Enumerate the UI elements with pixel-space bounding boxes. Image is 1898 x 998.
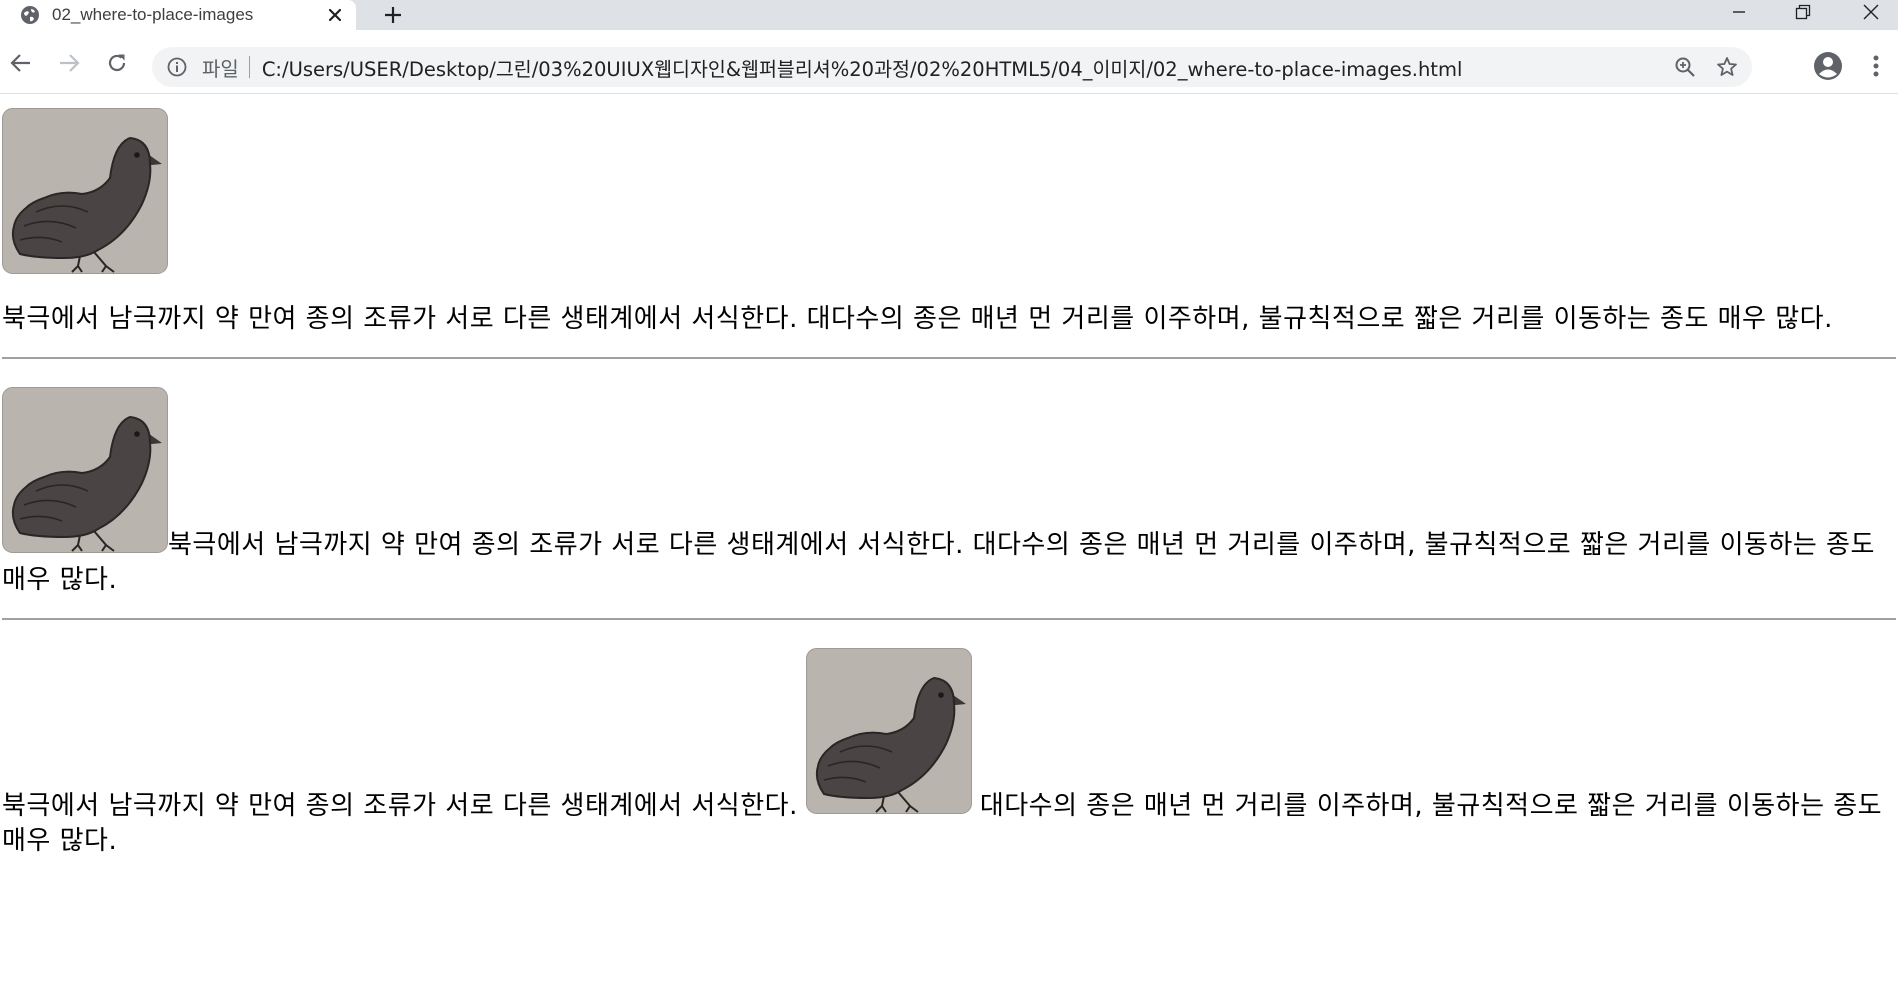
page-content: 북극에서 남극까지 약 만여 종의 조류가 서로 다른 생태계에서 서식한다. … bbox=[0, 95, 1898, 859]
paragraph-1: 북극에서 남극까지 약 만여 종의 조류가 서로 다른 생태계에서 서식한다. … bbox=[2, 304, 1833, 334]
kebab-menu-icon[interactable] bbox=[1858, 48, 1894, 84]
account-icon[interactable] bbox=[1810, 48, 1846, 84]
paragraph-2-text: 북극에서 남극까지 약 만여 종의 조류가 서로 다른 생태계에서 서식한다. … bbox=[2, 530, 1875, 595]
tab-title: 02_where-to-place-images bbox=[52, 5, 254, 24]
arrow-right-icon[interactable] bbox=[52, 46, 86, 80]
info-icon[interactable] bbox=[164, 54, 190, 80]
paragraph-3: 북극에서 남극까지 약 만여 종의 조류가 서로 다른 생태계에서 서식한다. … bbox=[2, 648, 1896, 859]
paragraph-2: 북극에서 남극까지 약 만여 종의 조류가 서로 다른 생태계에서 서식한다. … bbox=[2, 387, 1896, 598]
star-icon[interactable] bbox=[1710, 50, 1744, 84]
minimize-icon[interactable] bbox=[1712, 0, 1766, 24]
divider-1 bbox=[2, 357, 1896, 359]
restore-icon[interactable] bbox=[1776, 0, 1830, 24]
arrow-left-icon[interactable] bbox=[4, 46, 38, 80]
bird-image bbox=[2, 387, 168, 553]
close-icon[interactable] bbox=[322, 2, 348, 28]
url-text[interactable]: C:/Users/USER/Desktop/그린/03%20UIUX웹디자인&웹… bbox=[262, 53, 1668, 82]
plus-icon[interactable] bbox=[378, 2, 408, 28]
separator bbox=[248, 56, 250, 78]
scheme-label: 파일 bbox=[202, 56, 239, 81]
address-bar[interactable]: 파일 C:/Users/USER/Desktop/그린/03%20UIUX웹디자… bbox=[152, 47, 1752, 87]
bird-image bbox=[805, 648, 972, 814]
window-close-icon[interactable] bbox=[1844, 0, 1898, 24]
paragraph-3-text-before: 북극에서 남극까지 약 만여 종의 조류가 서로 다른 생태계에서 서식한다. bbox=[2, 791, 798, 821]
zoom-icon[interactable] bbox=[1668, 50, 1702, 84]
page-viewport: 북극에서 남극까지 약 만여 종의 조류가 서로 다른 생태계에서 서식한다. … bbox=[0, 95, 1898, 998]
divider-2 bbox=[2, 618, 1896, 620]
tab-strip: 02_where-to-place-images bbox=[0, 0, 1898, 30]
globe-icon bbox=[20, 5, 40, 25]
browser-toolbar: 파일 C:/Users/USER/Desktop/그린/03%20UIUX웹디자… bbox=[0, 30, 1898, 94]
bird-image bbox=[2, 108, 168, 274]
browser-tab[interactable]: 02_where-to-place-images bbox=[0, 0, 356, 30]
reload-icon[interactable] bbox=[100, 46, 134, 80]
